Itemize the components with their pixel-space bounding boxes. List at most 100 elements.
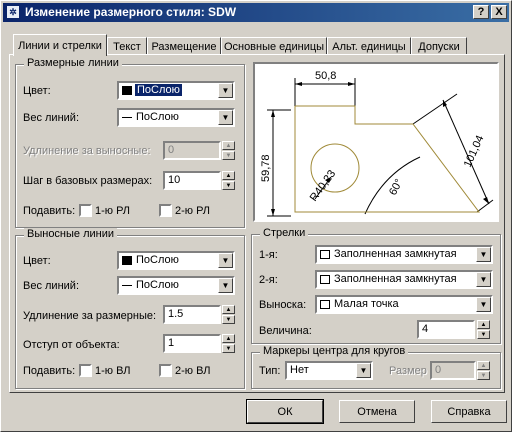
tab-alt-units[interactable]: Альт. единицы — [327, 37, 411, 55]
arrow-filled-icon — [320, 250, 330, 259]
spin-up-icon[interactable]: ▲ — [477, 361, 490, 370]
arrow-first-select[interactable]: Заполненная замкнутая ▼ — [315, 245, 493, 264]
arrow-left-top — [271, 110, 275, 117]
arrow-second-select[interactable]: Заполненная замкнутая ▼ — [315, 270, 493, 289]
dim-baseline-input[interactable]: 10 — [163, 171, 221, 190]
tab-placement[interactable]: Размещение — [147, 37, 221, 55]
dim-extension-spinner[interactable]: ▲ ▼ — [222, 141, 235, 160]
close-icon[interactable]: X — [491, 5, 507, 19]
ext-suppress-1-checkbox[interactable] — [79, 364, 92, 377]
spin-down-icon[interactable]: ▼ — [477, 330, 490, 339]
spin-up-icon[interactable]: ▲ — [477, 320, 490, 329]
dialog-window: ✲ Изменение размерного стиля: SDW ? X Ли… — [0, 0, 512, 432]
window-title: Изменение размерного стиля: SDW — [25, 5, 237, 19]
chevron-down-icon[interactable]: ▼ — [476, 272, 491, 287]
spin-down-icon[interactable]: ▼ — [222, 151, 235, 160]
ext-lines-title: Выносные линии — [24, 228, 118, 240]
dim-weight-select[interactable]: ПоСлою ▼ — [117, 108, 235, 127]
dim-line-right — [442, 99, 490, 205]
dim-weight-value: ПоСлою — [136, 111, 179, 123]
tab-tolerances[interactable]: Допуски — [411, 37, 467, 55]
spin-down-icon[interactable]: ▼ — [222, 181, 235, 190]
chevron-down-icon[interactable]: ▼ — [476, 297, 491, 312]
arrow-size-input[interactable]: 4 — [417, 320, 475, 339]
arrow-first-value: Заполненная замкнутая — [334, 248, 457, 260]
spin-down-icon[interactable]: ▼ — [477, 371, 490, 380]
chevron-down-icon[interactable]: ▼ — [218, 110, 233, 125]
dim-weight-label: Вес линий: — [23, 112, 79, 124]
line-weight-swatch — [122, 285, 132, 287]
ext-extend-spinner[interactable]: ▲ ▼ — [222, 305, 235, 324]
dim-radius-text: R40,23 — [308, 168, 339, 204]
ext-weight-value: ПоСлою — [136, 279, 179, 291]
chevron-down-icon[interactable]: ▼ — [218, 83, 233, 98]
tab-text[interactable]: Текст — [107, 37, 147, 55]
dim-color-label: Цвет: — [23, 85, 51, 97]
tab-lines-arrows[interactable]: Линии и стрелки — [13, 34, 107, 56]
spin-down-icon[interactable]: ▼ — [222, 315, 235, 324]
dim-baseline-spinner[interactable]: ▲ ▼ — [222, 171, 235, 190]
ext-offset-input[interactable]: 1 — [163, 334, 221, 353]
dim-extension-input[interactable]: 0 — [163, 141, 221, 160]
center-size-label: Размер — [389, 365, 427, 377]
center-type-select[interactable]: Нет ▼ — [285, 361, 373, 380]
ext-extend-label: Удлинение за размерные: — [23, 310, 157, 322]
preview-drawing: 50,8 59,78 101,04 R40,23 60° — [260, 70, 494, 217]
dim-top-text: 50,8 — [315, 70, 336, 82]
dim-extension-label: Удлинение за выносные: — [23, 145, 151, 157]
chevron-down-icon[interactable]: ▼ — [218, 278, 233, 293]
arrow-size-spinner[interactable]: ▲ ▼ — [477, 320, 490, 339]
ext-color-label: Цвет: — [23, 255, 51, 267]
arrow-left-bottom — [271, 209, 275, 216]
app-icon: ✲ — [6, 5, 20, 19]
center-marks-title: Маркеры центра для кругов — [260, 345, 409, 357]
chevron-down-icon[interactable]: ▼ — [356, 363, 371, 378]
center-size-input[interactable]: 0 — [430, 361, 476, 380]
ext-color-value: ПоСлою — [136, 254, 179, 266]
dim-color-select[interactable]: ПоСлою ▼ — [117, 81, 235, 100]
arrow-leader-label: Выноска: — [259, 299, 307, 311]
spin-up-icon[interactable]: ▲ — [222, 334, 235, 343]
spin-down-icon[interactable]: ▼ — [222, 344, 235, 353]
ext-suppress-1-label[interactable]: 1-ю ВЛ — [95, 365, 131, 377]
ext-weight-select[interactable]: ПоСлою ▼ — [117, 276, 235, 295]
ext-suppress-2-checkbox[interactable] — [159, 364, 172, 377]
ok-button[interactable]: ОК — [246, 399, 324, 424]
center-size-spinner[interactable]: ▲ ▼ — [477, 361, 490, 380]
help-button[interactable]: Справка — [431, 400, 507, 423]
ext-offset-label: Отступ от объекта: — [23, 339, 120, 351]
color-swatch — [122, 256, 132, 265]
ext-suppress-label: Подавить: — [23, 365, 76, 377]
ext-line-right-bottom — [476, 199, 494, 213]
chevron-down-icon[interactable]: ▼ — [476, 247, 491, 262]
spin-up-icon[interactable]: ▲ — [222, 171, 235, 180]
center-type-value: Нет — [290, 364, 309, 376]
ext-color-select[interactable]: ПоСлою ▼ — [117, 251, 235, 270]
help-title-button[interactable]: ? — [473, 5, 489, 19]
arrows-title: Стрелки — [260, 227, 309, 239]
ext-extend-input[interactable]: 1.5 — [163, 305, 221, 324]
dim-suppress-2-checkbox[interactable] — [159, 204, 172, 217]
arrow-first-label: 1-я: — [259, 249, 278, 261]
tab-primary-units[interactable]: Основные единицы — [221, 37, 327, 55]
dim-suppress-2-label[interactable]: 2-ю РЛ — [175, 205, 210, 217]
cancel-button[interactable]: Отмена — [339, 400, 415, 423]
arrow-top-left — [295, 82, 302, 86]
spin-up-icon[interactable]: ▲ — [222, 305, 235, 314]
chevron-down-icon[interactable]: ▼ — [218, 253, 233, 268]
title-bar[interactable]: ✲ Изменение размерного стиля: SDW ? X — [3, 3, 509, 22]
spin-up-icon[interactable]: ▲ — [222, 141, 235, 150]
ext-line-right-top — [412, 93, 458, 125]
dim-angle-text: 60° — [387, 177, 405, 197]
dim-left-text: 59,78 — [260, 154, 272, 182]
arrow-size-label: Величина: — [259, 325, 312, 337]
ext-suppress-2-label[interactable]: 2-ю ВЛ — [175, 365, 211, 377]
dim-suppress-1-label[interactable]: 1-ю РЛ — [95, 205, 130, 217]
ext-weight-label: Вес линий: — [23, 280, 79, 292]
ext-offset-spinner[interactable]: ▲ ▼ — [222, 334, 235, 353]
arrow-second-label: 2-я: — [259, 274, 278, 286]
dim-suppress-1-checkbox[interactable] — [79, 204, 92, 217]
arrow-leader-select[interactable]: Малая точка ▼ — [315, 295, 493, 314]
arrow-top-right — [348, 82, 355, 86]
line-weight-swatch — [122, 117, 132, 119]
